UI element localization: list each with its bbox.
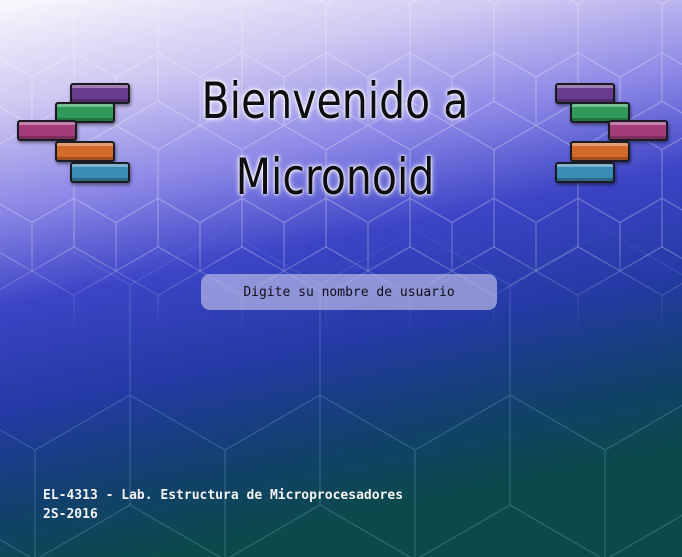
- brick-magenta-right: [608, 120, 668, 141]
- brick-teal-left: [70, 162, 130, 183]
- title-line-2: Micronoid: [235, 148, 435, 206]
- title-line-1: Bienvenido a: [201, 72, 469, 130]
- brick-purple-left: [70, 83, 130, 104]
- brick-magenta-left: [17, 120, 77, 141]
- footer-course: EL-4313 - Lab. Estructura de Microproces…: [43, 488, 404, 503]
- brick-purple-right: [555, 83, 615, 104]
- footer-semester: 2S-2016: [43, 507, 98, 522]
- username-prompt-field[interactable]: Digite su nombre de usuario: [201, 274, 497, 310]
- brick-orange-right: [570, 141, 630, 162]
- brick-orange-left: [55, 141, 115, 162]
- brick-teal-right: [555, 162, 615, 183]
